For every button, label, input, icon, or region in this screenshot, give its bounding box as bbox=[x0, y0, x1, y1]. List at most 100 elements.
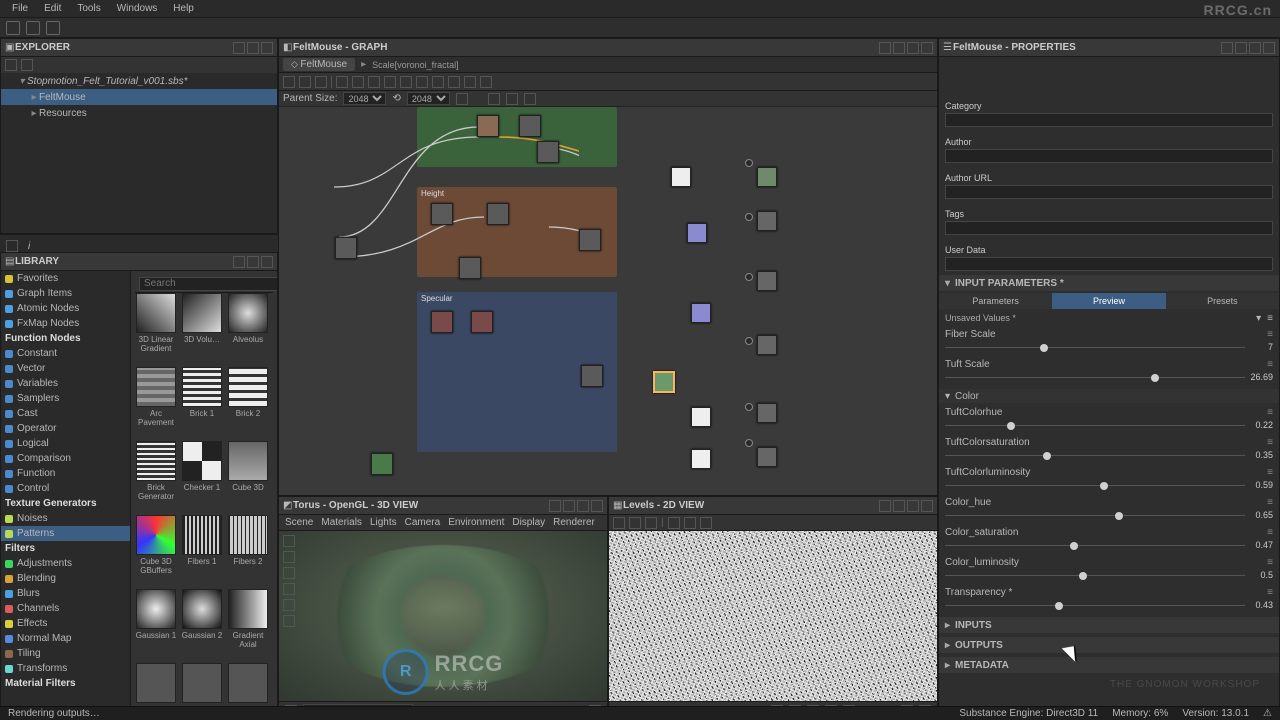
param-slider[interactable]: 0.43 bbox=[945, 601, 1273, 611]
param-slider[interactable]: 0.35 bbox=[945, 451, 1273, 461]
move-icon[interactable] bbox=[299, 76, 311, 88]
viewport-3d[interactable]: R RRCG 人人素材 bbox=[279, 531, 607, 701]
thumbnail[interactable]: Brick Generator bbox=[135, 441, 177, 511]
property-input[interactable] bbox=[945, 185, 1273, 199]
menu-camera[interactable]: Camera bbox=[405, 517, 441, 528]
section-outputs[interactable]: ▸OUTPUTS bbox=[939, 637, 1279, 653]
menu-lights[interactable]: Lights bbox=[370, 517, 397, 528]
chevron-right-icon[interactable]: ▸ bbox=[29, 92, 39, 103]
property-input[interactable] bbox=[945, 149, 1273, 163]
param-slider[interactable]: 0.65 bbox=[945, 511, 1273, 521]
refresh-icon[interactable] bbox=[26, 21, 40, 35]
category-row[interactable]: Favorites bbox=[1, 271, 130, 286]
link-size-icon[interactable]: ⟲ bbox=[392, 93, 400, 104]
thumbnail-grid[interactable]: 3D Linear Gradient3D Volu…AlveolusArc Pa… bbox=[135, 293, 273, 715]
thumbnail[interactable]: Fibers 2 bbox=[227, 515, 269, 585]
thumbnail[interactable]: Alveolus bbox=[227, 293, 269, 363]
env-icon[interactable] bbox=[283, 583, 295, 595]
library-categories[interactable]: FavoritesGraph ItemsAtomic NodesFxMap No… bbox=[1, 271, 131, 719]
maximize-icon[interactable] bbox=[907, 42, 919, 54]
param-slider[interactable]: 26.69 bbox=[945, 373, 1273, 383]
category-row[interactable]: Samplers bbox=[1, 391, 130, 406]
pen-icon[interactable] bbox=[432, 76, 444, 88]
pin-icon[interactable] bbox=[233, 256, 245, 268]
category-row[interactable]: Atomic Nodes bbox=[1, 301, 130, 316]
material-icon[interactable] bbox=[283, 535, 295, 547]
new-icon[interactable] bbox=[5, 59, 17, 71]
pin-icon[interactable] bbox=[879, 42, 891, 54]
menu-icon[interactable]: ≡ bbox=[1267, 359, 1273, 370]
grid-icon[interactable] bbox=[6, 240, 18, 252]
graph-node[interactable] bbox=[471, 311, 493, 333]
graph-node[interactable] bbox=[459, 257, 481, 279]
menu-icon[interactable]: ≡ bbox=[1267, 467, 1273, 478]
menu-help[interactable]: Help bbox=[165, 3, 202, 14]
menu-tools[interactable]: Tools bbox=[69, 3, 108, 14]
graph-output-node[interactable] bbox=[691, 303, 711, 323]
graph-output-node[interactable] bbox=[757, 447, 777, 467]
category-row[interactable]: Comparison bbox=[1, 451, 130, 466]
search-input[interactable] bbox=[139, 277, 277, 291]
menu-file[interactable]: File bbox=[4, 3, 36, 14]
property-input[interactable] bbox=[945, 113, 1273, 127]
property-input[interactable] bbox=[945, 221, 1273, 235]
maximize-icon[interactable] bbox=[247, 256, 259, 268]
category-row[interactable]: Blending bbox=[1, 571, 130, 586]
category-row[interactable]: Operator bbox=[1, 421, 130, 436]
maximize-icon[interactable] bbox=[247, 42, 259, 54]
chevron-down-icon[interactable]: ▾ bbox=[17, 76, 27, 87]
timing-icon[interactable] bbox=[488, 93, 500, 105]
graph-frame-green[interactable] bbox=[417, 107, 617, 167]
link-icon[interactable] bbox=[416, 76, 428, 88]
graph-node[interactable] bbox=[431, 311, 453, 333]
graph-output-node[interactable] bbox=[757, 335, 777, 355]
info-icon[interactable] bbox=[668, 517, 680, 529]
explorer-tree[interactable]: ▾ Stopmotion_Felt_Tutorial_v001.sbs* ▸ F… bbox=[1, 73, 277, 233]
thumbnail[interactable]: Gaussian 1 bbox=[135, 589, 177, 659]
close-icon[interactable] bbox=[1263, 42, 1275, 54]
menu-icon[interactable]: ≡ bbox=[1267, 497, 1273, 508]
chevron-right-icon[interactable]: ▸ bbox=[29, 108, 39, 119]
category-row[interactable]: Normal Map bbox=[1, 631, 130, 646]
category-row[interactable]: Tiling bbox=[1, 646, 130, 661]
wireframe-icon[interactable] bbox=[283, 551, 295, 563]
graph-output-node[interactable] bbox=[757, 211, 777, 231]
parent-size-y[interactable]: 2048 bbox=[407, 92, 450, 105]
output-port-icon[interactable] bbox=[745, 159, 753, 167]
export-icon[interactable] bbox=[464, 76, 476, 88]
section-metadata[interactable]: ▸METADATA bbox=[939, 657, 1279, 673]
zoom-out-icon[interactable] bbox=[336, 76, 348, 88]
category-row[interactable]: Constant bbox=[1, 346, 130, 361]
maximize-icon[interactable] bbox=[577, 500, 589, 512]
light-icon[interactable] bbox=[283, 567, 295, 579]
param-slider[interactable]: 7 bbox=[945, 343, 1273, 353]
tab-parameters[interactable]: Parameters bbox=[939, 293, 1052, 309]
thumbnail[interactable]: Gradient Axial bbox=[227, 589, 269, 659]
section-inputs[interactable]: ▸INPUTS bbox=[939, 617, 1279, 633]
category-row[interactable]: Variables bbox=[1, 376, 130, 391]
graph-tab-active[interactable]: ◇ FeltMouse bbox=[283, 58, 355, 71]
parent-size-x[interactable]: 2048 bbox=[343, 92, 386, 105]
align-icon[interactable] bbox=[480, 76, 492, 88]
graph-output-node[interactable] bbox=[757, 271, 777, 291]
param-slider[interactable]: 0.5 bbox=[945, 571, 1273, 581]
view-icon[interactable] bbox=[21, 59, 33, 71]
restore-icon[interactable] bbox=[1235, 42, 1247, 54]
menu-windows[interactable]: Windows bbox=[109, 3, 166, 14]
split-icon[interactable] bbox=[645, 517, 657, 529]
viewport-2d[interactable] bbox=[609, 531, 937, 701]
graph-canvas[interactable]: Height Specular bbox=[279, 107, 937, 495]
property-input[interactable] bbox=[945, 257, 1273, 271]
thumbnail[interactable]: Cube 3D bbox=[227, 441, 269, 511]
output-port-icon[interactable] bbox=[745, 439, 753, 447]
menu-icon[interactable]: ≡ bbox=[1267, 407, 1273, 418]
maximize-icon[interactable] bbox=[1249, 42, 1261, 54]
category-row[interactable]: Blurs bbox=[1, 586, 130, 601]
category-row[interactable]: Control bbox=[1, 481, 130, 496]
close-icon[interactable] bbox=[921, 500, 933, 512]
output-port-icon[interactable] bbox=[745, 337, 753, 345]
graph-node[interactable] bbox=[335, 237, 357, 259]
tree-item-resources[interactable]: ▸ Resources bbox=[1, 105, 277, 121]
graph-output-node[interactable] bbox=[757, 167, 777, 187]
pin-icon[interactable] bbox=[1221, 42, 1233, 54]
